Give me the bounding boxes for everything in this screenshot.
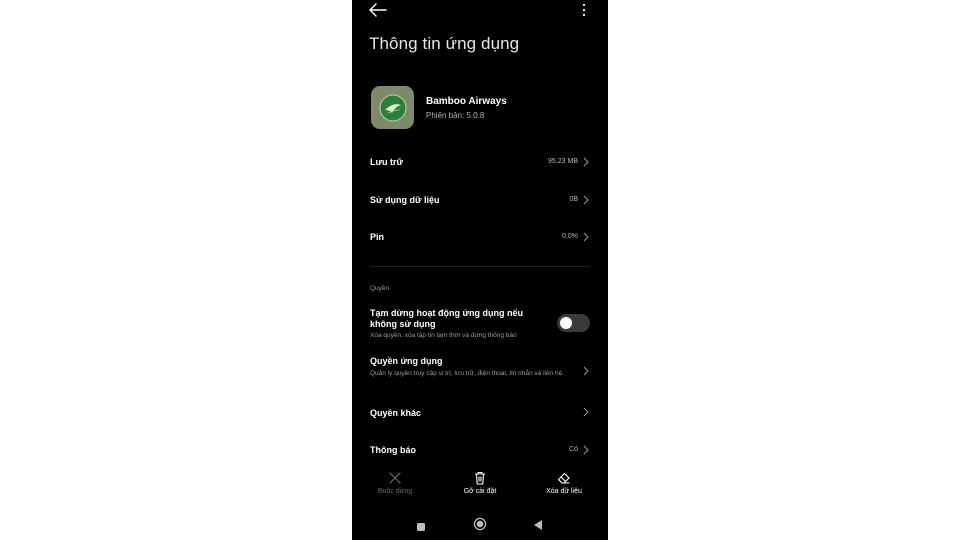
recents-button[interactable] <box>416 519 426 537</box>
other-permissions-row[interactable]: Quyền khác <box>352 400 608 424</box>
bamboo-airways-logo-icon <box>379 94 406 121</box>
app-version: Phiên bản: 5.0.8 <box>426 111 485 120</box>
eraser-icon <box>557 472 570 484</box>
chevron-right-icon <box>583 232 589 242</box>
pause-app-activity-toggle[interactable] <box>557 314 590 332</box>
chevron-right-icon <box>583 366 589 376</box>
force-stop-label: Buộc dừng <box>377 488 413 495</box>
force-stop-button[interactable]: Buộc dừng <box>360 466 430 500</box>
trash-icon <box>475 471 485 485</box>
data-usage-row[interactable]: Sử dụng dữ liệu 0B <box>352 188 608 212</box>
toggle-knob <box>560 317 572 329</box>
page-title: Thông tin ứng dụng <box>369 34 520 53</box>
chevron-right-icon <box>583 407 589 417</box>
uninstall-label: Gỡ cài đặt <box>463 488 497 495</box>
square-recents-icon <box>417 523 425 531</box>
chevron-right-icon <box>583 157 589 167</box>
notifications-row[interactable]: Thông báo Có <box>352 438 608 462</box>
app-permissions-title: Quyền ứng dụng <box>370 356 443 366</box>
system-navigation-bar <box>352 512 608 536</box>
storage-value: 95,23 MB <box>548 158 578 165</box>
app-header: Bamboo Airways Phiên bản: 5.0.8 <box>371 86 591 130</box>
back-nav-button[interactable] <box>533 518 543 536</box>
storage-label: Lưu trữ <box>370 157 404 167</box>
pause-app-activity-subtitle: Xóa quyền, xóa tập tin tạm thời và dừng … <box>370 332 517 339</box>
section-divider <box>370 266 590 267</box>
close-icon <box>389 472 401 484</box>
storage-row[interactable]: Lưu trữ 95,23 MB <box>352 150 608 174</box>
pause-app-activity-title: Tạm dừng hoạt động ứng dụng nếu không sử… <box>370 308 524 329</box>
battery-row[interactable]: Pin 0,0% <box>352 225 608 249</box>
phone-screen: Thông tin ứng dụng Bamboo Airways Phiên … <box>352 0 608 540</box>
uninstall-button[interactable]: Gỡ cài đặt <box>445 466 515 500</box>
data-usage-value: 0B <box>569 196 578 203</box>
other-permissions-label: Quyền khác <box>370 408 422 418</box>
home-circle-icon <box>473 517 487 531</box>
notifications-label: Thông báo <box>370 445 416 455</box>
notifications-value: Có <box>569 446 578 453</box>
bottom-action-bar: Buộc dừng Gỡ cài đặt Xóa dữ liệu <box>352 466 608 500</box>
arrow-left-icon <box>369 3 387 17</box>
app-icon <box>371 86 414 129</box>
triangle-back-icon <box>534 520 542 530</box>
clear-data-button[interactable]: Xóa dữ liệu <box>529 466 599 500</box>
clear-data-label: Xóa dữ liệu <box>546 488 582 495</box>
chevron-right-icon <box>583 195 589 205</box>
data-usage-label: Sử dụng dữ liệu <box>370 195 440 205</box>
app-permissions-subtitle: Quản lý quyền truy cập vị trí, lưu trữ, … <box>370 370 565 377</box>
top-bar <box>352 0 608 22</box>
more-options-button[interactable] <box>578 2 590 18</box>
permissions-section-header: Quyền <box>370 285 390 292</box>
chevron-right-icon <box>583 445 589 455</box>
battery-label: Pin <box>370 232 385 242</box>
home-button[interactable] <box>473 517 487 536</box>
app-name: Bamboo Airways <box>426 96 507 107</box>
more-vertical-icon <box>582 3 586 17</box>
battery-value: 0,0% <box>562 233 578 240</box>
back-button[interactable] <box>368 2 388 18</box>
